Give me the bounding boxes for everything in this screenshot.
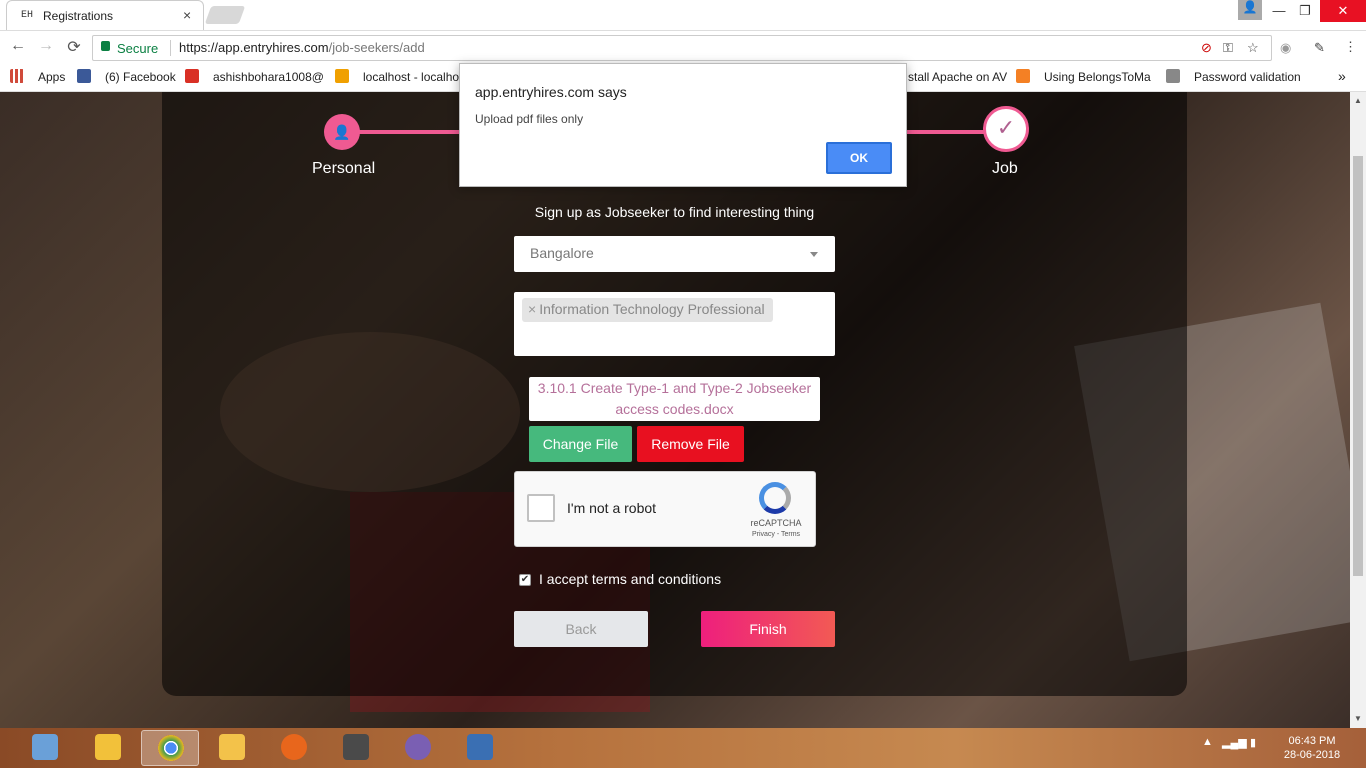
step-personal-icon[interactable]: 👤: [324, 114, 360, 150]
windows-taskbar: ▲ ▂▄▆ ▮ 06:43 PM 28-06-2018: [0, 728, 1366, 768]
recaptcha-checkbox[interactable]: [527, 494, 555, 522]
address-bar[interactable]: Secure https://app.entryhires.com/job-se…: [92, 35, 1272, 61]
reload-icon[interactable]: ⟳: [64, 37, 84, 57]
facebook-icon: [77, 69, 91, 83]
browser-toolbar: ← → ⟳ Secure https://app.entryhires.com/…: [0, 30, 1366, 64]
recaptcha-logo-icon: [759, 482, 791, 514]
change-file-button[interactable]: Change File: [529, 426, 632, 462]
tab-title: Registrations: [43, 9, 114, 23]
scroll-down-icon[interactable]: ▼: [1354, 714, 1362, 723]
recaptcha-label: I'm not a robot: [567, 500, 657, 516]
taskbar-file-explorer[interactable]: [203, 730, 261, 766]
back-icon[interactable]: ←: [8, 37, 28, 55]
network-signal-icon[interactable]: ▂▄▆: [1222, 736, 1247, 749]
taskbar-clock[interactable]: 06:43 PM 28-06-2018: [1272, 734, 1352, 762]
network-tool-icon: [467, 734, 493, 760]
gmail-icon: [185, 69, 199, 83]
bookmark-label: Using BelongsToMa: [1044, 70, 1151, 84]
key-icon[interactable]: ⚿: [1223, 40, 1233, 56]
uploaded-file-name: 3.10.1 Create Type-1 and Type-2 Jobseeke…: [529, 377, 820, 421]
taskbar-network-tool[interactable]: [451, 730, 509, 766]
scrollbar-thumb[interactable]: [1353, 156, 1363, 576]
chrome-icon: [158, 735, 184, 761]
clock-date: 28-06-2018: [1283, 749, 1341, 761]
entryhires-favicon-icon: EH: [21, 10, 34, 21]
step-job-check-icon[interactable]: ✓: [983, 106, 1029, 152]
progress-line-right: [902, 130, 992, 134]
bookmark-label: stall Apache on AV: [908, 70, 1008, 84]
stackoverflow-icon: [1016, 69, 1030, 83]
taskbar-sublime-text[interactable]: [327, 730, 385, 766]
city-select-value: Bangalore: [530, 245, 594, 261]
extension-icon[interactable]: ✎: [1314, 40, 1325, 56]
bookmark-label: Apps: [38, 70, 66, 84]
url-path: /job-seekers/add: [328, 40, 425, 55]
recaptcha-privacy-terms[interactable]: Privacy - Terms: [741, 531, 811, 538]
category-tag: × Information Technology Professional: [522, 298, 773, 322]
bookmark-label: Password validation: [1194, 70, 1301, 84]
url-text[interactable]: https://app.entryhires.com/job-seekers/a…: [179, 40, 425, 55]
camera-icon[interactable]: ◉: [1280, 40, 1291, 56]
scroll-up-icon[interactable]: ▲: [1354, 96, 1362, 105]
city-select[interactable]: Bangalore: [514, 236, 835, 272]
dialog-ok-button[interactable]: OK: [826, 142, 892, 174]
star-icon[interactable]: ☆: [1247, 40, 1259, 56]
taskbar-outlook[interactable]: [79, 730, 137, 766]
new-tab-button[interactable]: [204, 6, 246, 24]
title-bar: EH Registrations × 👤 — ❐ ✕: [0, 0, 1366, 30]
apps-grid-icon: [10, 69, 24, 83]
terms-label: I accept terms and conditions: [539, 571, 722, 587]
page-content: 👤 Personal ✓ Job Sign up as Jobseeker to…: [0, 92, 1350, 728]
lock-icon: [101, 41, 110, 51]
forward-icon[interactable]: →: [36, 37, 56, 55]
firefox-icon: [281, 734, 307, 760]
file-explorer-icon: [219, 734, 245, 760]
dialog-title: app.entryhires.com says: [475, 84, 627, 100]
finish-button[interactable]: Finish: [701, 611, 835, 647]
bookmarks-overflow-icon[interactable]: »: [1338, 68, 1346, 84]
phpmyadmin-icon: [335, 69, 349, 83]
sublime-text-icon: [343, 734, 369, 760]
recaptcha-brand: reCAPTCHA: [750, 518, 802, 528]
form-subtitle: Sign up as Jobseeker to find interesting…: [534, 204, 815, 220]
secure-label: Secure: [117, 41, 159, 56]
taskbar-github-desktop[interactable]: [389, 730, 447, 766]
step-personal-label: Personal: [312, 160, 376, 177]
restore-button[interactable]: ❐: [1290, 0, 1320, 22]
bookmark-label: localhost - localho: [363, 70, 460, 84]
taskbar-calculator[interactable]: [16, 730, 74, 766]
url-host: https://app.entryhires.com: [179, 40, 329, 55]
dialog-message: Upload pdf files only: [475, 112, 584, 126]
tab-registrations[interactable]: EH Registrations ×: [6, 0, 204, 30]
bookmark-label: (6) Facebook: [105, 70, 176, 84]
step-job-label: Job: [992, 160, 1018, 177]
menu-icon[interactable]: ⋮: [1344, 39, 1357, 55]
bookmark-label: ashishbohara1008@: [213, 70, 324, 84]
page-scrollbar[interactable]: ▲ ▼: [1350, 92, 1366, 728]
blocked-icon[interactable]: ⊘: [1201, 40, 1212, 56]
github-desktop-icon: [405, 734, 431, 760]
profile-icon[interactable]: 👤: [1238, 0, 1262, 20]
tag-label: Information Technology Professional: [539, 301, 765, 317]
tray-expand-icon[interactable]: ▲: [1202, 736, 1213, 748]
avatar-icon: [1166, 69, 1180, 83]
outlook-icon: [95, 734, 121, 760]
back-button[interactable]: Back: [514, 611, 648, 647]
tag-remove-icon[interactable]: ×: [528, 301, 536, 317]
taskbar-chrome[interactable]: [141, 730, 199, 766]
terms-checkbox[interactable]: ✔: [519, 574, 531, 586]
address-divider: [170, 40, 171, 56]
category-tag-input[interactable]: × Information Technology Professional: [514, 292, 835, 356]
recaptcha-widget: I'm not a robot reCAPTCHA Privacy - Term…: [514, 471, 816, 547]
chevron-down-icon: [810, 252, 818, 257]
alert-dialog: app.entryhires.com says Upload pdf files…: [459, 63, 907, 187]
window-close-button[interactable]: ✕: [1320, 0, 1366, 22]
remove-file-button[interactable]: Remove File: [637, 426, 744, 462]
tab-close-icon[interactable]: ×: [183, 7, 191, 23]
battery-icon[interactable]: ▮: [1250, 736, 1256, 749]
calculator-icon: [32, 734, 58, 760]
clock-time: 06:43 PM: [1288, 735, 1336, 747]
taskbar-firefox[interactable]: [265, 730, 323, 766]
